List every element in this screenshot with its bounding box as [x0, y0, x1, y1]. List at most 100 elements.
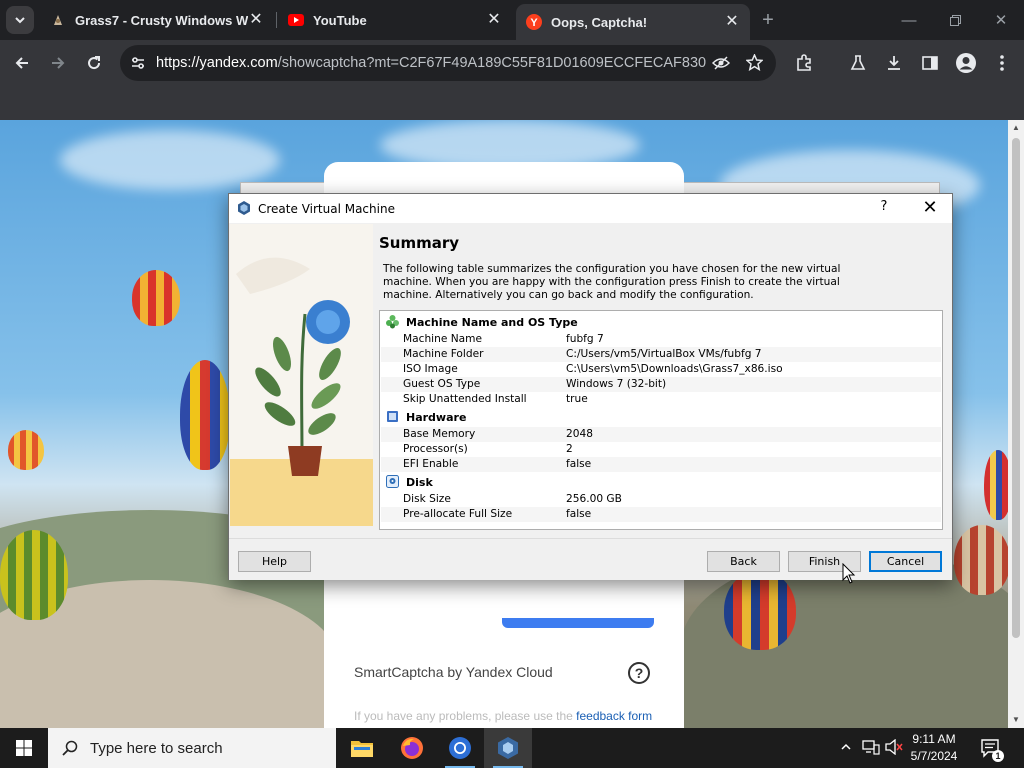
hot-air-balloon: [954, 525, 1008, 595]
clock-date: 5/7/2024: [910, 749, 958, 763]
kebab-menu-icon: [1000, 55, 1004, 71]
yandex-favicon-icon: Y: [526, 14, 542, 30]
page-scrollbar[interactable]: ▲ ▼: [1008, 120, 1024, 728]
tab-youtube[interactable]: YouTube ✕: [278, 4, 512, 36]
summary-row: Machine Name fubfg 7: [381, 332, 941, 347]
flask-icon: [850, 55, 866, 70]
hot-air-balloon: [0, 530, 68, 620]
file-explorer-icon: [351, 741, 373, 757]
star-bookmark-icon[interactable]: [745, 53, 764, 76]
bookmarks-bar: [0, 86, 1024, 120]
dialog-title: Create Virtual Machine: [258, 202, 395, 216]
arrow-left-icon: [15, 57, 28, 69]
minimize-button[interactable]: —: [886, 0, 932, 40]
new-tab-button[interactable]: +: [756, 8, 780, 32]
tab-separator: [276, 12, 277, 28]
search-placeholder: Type here to search: [90, 739, 223, 757]
row-value: false: [566, 458, 592, 470]
taskbar-clock[interactable]: 9:11 AM 5/7/2024: [904, 731, 964, 765]
tab-grass7-wiki[interactable]: Grass7 - Crusty Windows Wiki ✕: [40, 4, 274, 36]
row-value: C:\Users\vm5\Downloads\Grass7_x86.iso: [566, 363, 783, 375]
back-button[interactable]: [8, 49, 36, 77]
tab-search-button[interactable]: [6, 6, 34, 34]
taskbar-virtualbox[interactable]: [484, 728, 532, 768]
mouse-cursor-icon: [842, 563, 856, 584]
summary-row: Skip Unattended Install true: [381, 392, 941, 407]
machine-os-icon: [386, 315, 399, 329]
summary-row: Pre-allocate Full Size false: [381, 507, 941, 522]
close-window-button[interactable]: ✕: [978, 0, 1024, 40]
scrollbar-thumb[interactable]: [1012, 138, 1020, 638]
dialog-titlebar[interactable]: Create Virtual Machine ? ✕: [229, 194, 952, 223]
site-info-icon[interactable]: [120, 55, 156, 71]
row-key: Processor(s): [403, 443, 468, 455]
address-bar[interactable]: https://yandex.com/showcaptcha?mt=C2F67F…: [120, 45, 776, 81]
taskbar-file-explorer[interactable]: [338, 728, 386, 768]
close-tab-icon[interactable]: ✕: [486, 12, 502, 28]
disk-icon: [386, 475, 399, 488]
summary-description: The following table summarizes the confi…: [383, 263, 841, 301]
wiki-favicon-icon: [50, 12, 66, 28]
summary-row: Base Memory 2048: [381, 427, 941, 442]
scroll-down-icon[interactable]: ▼: [1008, 712, 1024, 728]
hot-air-balloon: [132, 270, 180, 326]
wizard-illustration: [230, 224, 373, 526]
chip-icon: [387, 411, 398, 422]
hot-air-balloon: [180, 360, 230, 470]
start-button[interactable]: [0, 728, 48, 768]
row-value: 256.00 GB: [566, 493, 622, 505]
page-heading: Summary: [379, 234, 460, 252]
row-key: EFI Enable: [403, 458, 459, 470]
summary-row: ISO Image C:\Users\vm5\Downloads\Grass7_x…: [381, 362, 941, 377]
tab-oops-captcha[interactable]: Y Oops, Captcha! ✕: [516, 4, 750, 40]
row-key: Pre-allocate Full Size: [403, 508, 513, 520]
labs-button[interactable]: [844, 49, 872, 77]
virtualbox-icon: [238, 201, 250, 215]
help-circle-icon[interactable]: ?: [628, 662, 650, 684]
profile-button[interactable]: [952, 49, 980, 77]
tab-title: Oops, Captcha!: [551, 14, 648, 30]
reload-button[interactable]: [80, 49, 108, 77]
network-icon[interactable]: [862, 739, 880, 760]
summary-row: Disk Size 256.00 GB: [381, 492, 941, 507]
context-help-button[interactable]: ?: [875, 199, 893, 217]
dialog-close-button[interactable]: ✕: [919, 197, 941, 219]
feedback-form-link[interactable]: feedback form: [576, 709, 652, 723]
back-button[interactable]: Back: [707, 551, 780, 572]
side-panel-button[interactable]: [916, 49, 944, 77]
row-value: 2048: [566, 428, 593, 440]
eye-slash-icon[interactable]: [711, 55, 731, 76]
menu-button[interactable]: [988, 49, 1016, 77]
forward-button[interactable]: [44, 49, 72, 77]
youtube-favicon-icon: [288, 12, 304, 28]
taskbar-chrome[interactable]: [436, 728, 484, 768]
browser-toolbar: https://yandex.com/showcaptcha?mt=C2F67F…: [0, 40, 1024, 86]
download-icon: [888, 56, 900, 70]
volume-muted-icon[interactable]: [884, 738, 904, 760]
section-disk: Disk: [381, 473, 941, 491]
close-tab-icon[interactable]: ✕: [724, 14, 740, 30]
taskbar-firefox[interactable]: [388, 728, 436, 768]
summary-tree-table[interactable]: Machine Name and OS Type Machine Name fub…: [379, 310, 943, 530]
create-vm-dialog: Create Virtual Machine ? ✕ Summary The f…: [228, 193, 953, 580]
chevron-down-icon: [15, 17, 25, 24]
extensions-button[interactable]: [790, 49, 818, 77]
taskbar-search-box[interactable]: Type here to search: [48, 728, 336, 768]
help-button[interactable]: Help: [238, 551, 311, 572]
notification-center-button[interactable]: 1: [980, 738, 1004, 762]
row-value: 2: [566, 443, 573, 455]
chevron-up-icon[interactable]: [840, 740, 852, 758]
downloads-button[interactable]: [880, 49, 908, 77]
tab-title: Grass7 - Crusty Windows Wiki: [75, 12, 248, 28]
firefox-icon: [401, 737, 423, 759]
hot-air-balloon: [724, 570, 796, 650]
close-tab-icon[interactable]: ✕: [248, 12, 264, 28]
row-key: Skip Unattended Install: [403, 393, 527, 405]
clock-time: 9:11 AM: [912, 732, 956, 746]
captcha-submit-button[interactable]: [502, 618, 654, 628]
scroll-up-icon[interactable]: ▲: [1008, 120, 1024, 136]
cancel-button[interactable]: Cancel: [869, 551, 942, 572]
row-value: true: [566, 393, 588, 405]
restore-button[interactable]: [932, 0, 978, 40]
url-host: https://yandex.com: [156, 55, 278, 71]
